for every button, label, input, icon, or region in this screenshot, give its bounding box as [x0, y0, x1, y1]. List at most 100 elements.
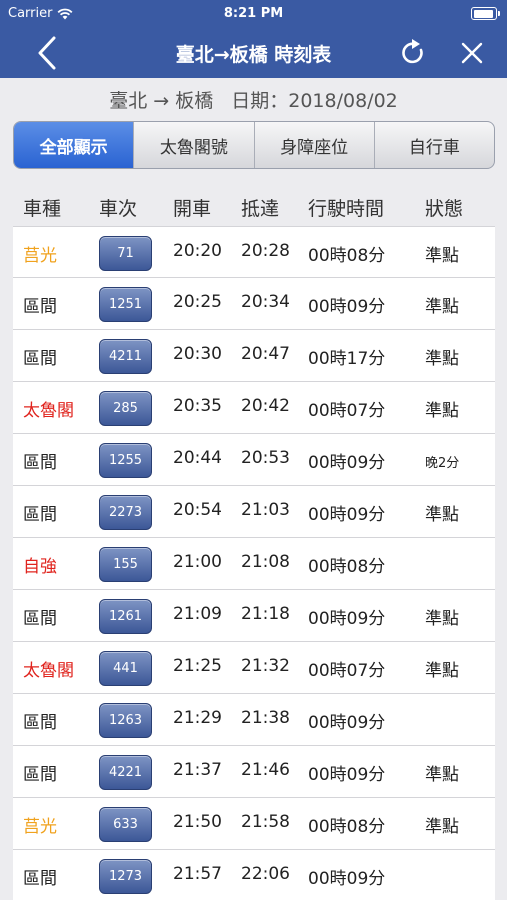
depart-time: 20:35: [173, 396, 222, 416]
arrive-time: 20:47: [241, 344, 290, 364]
col-header-number: 車次: [99, 198, 138, 220]
depart-time: 20:54: [173, 500, 222, 520]
train-type: 區間: [23, 869, 57, 889]
travel-duration: 00時07分: [308, 661, 386, 681]
train-number-badge[interactable]: 1263: [99, 703, 152, 738]
train-status: 準點: [425, 817, 459, 837]
travel-duration: 00時09分: [308, 297, 386, 317]
train-type: 太魯閣: [23, 401, 74, 421]
train-row[interactable]: 太魯閣 285 20:35 20:42 00時07分 準點: [13, 382, 495, 434]
depart-time: 21:50: [173, 812, 222, 832]
depart-time: 21:00: [173, 552, 222, 572]
arrive-time: 22:06: [241, 864, 290, 884]
train-row[interactable]: 區間 1255 20:44 20:53 00時09分 晚2分: [13, 434, 495, 486]
col-header-arrive: 抵達: [241, 198, 280, 220]
train-status: 準點: [425, 505, 459, 525]
train-status: 準點: [425, 246, 459, 266]
train-number-badge[interactable]: 1255: [99, 443, 152, 478]
depart-time: 20:20: [173, 241, 222, 261]
col-header-type: 車種: [23, 198, 62, 220]
table-header: 車種 車次 開車 抵達 行駛時間 狀態: [0, 190, 507, 222]
train-number-badge[interactable]: 4221: [99, 755, 152, 790]
train-number-badge[interactable]: 4211: [99, 339, 152, 374]
train-type: 區間: [23, 505, 57, 525]
train-row[interactable]: 莒光 633 21:50 21:58 00時08分 準點: [13, 798, 495, 850]
train-number-badge[interactable]: 633: [99, 807, 152, 842]
arrive-time: 21:08: [241, 552, 290, 572]
page-title: 臺北→板橋 時刻表: [175, 44, 332, 66]
train-status: 準點: [425, 349, 459, 369]
train-number-badge[interactable]: 2273: [99, 495, 152, 530]
train-type: 自強: [23, 557, 57, 577]
depart-time: 20:30: [173, 344, 222, 364]
arrive-time: 21:38: [241, 708, 290, 728]
train-status: 準點: [425, 765, 459, 785]
train-row[interactable]: 區間 1273 21:57 22:06 00時09分: [13, 850, 495, 900]
train-type: 太魯閣: [23, 661, 74, 681]
train-row[interactable]: 區間 2273 20:54 21:03 00時09分 準點: [13, 486, 495, 538]
arrive-time: 21:03: [241, 500, 290, 520]
filter-segmented-control: 全部顯示 太魯閣號 身障座位 自行車: [13, 121, 495, 169]
train-type: 區間: [23, 349, 57, 369]
depart-time: 21:57: [173, 864, 222, 884]
segment-taroko[interactable]: 太魯閣號: [134, 122, 255, 168]
arrive-time: 21:46: [241, 760, 290, 780]
arrive-time: 20:28: [241, 241, 290, 261]
train-number-badge[interactable]: 1273: [99, 859, 152, 894]
travel-duration: 00時09分: [308, 869, 386, 889]
train-type: 莒光: [23, 246, 57, 266]
travel-duration: 00時07分: [308, 401, 386, 421]
train-number-badge[interactable]: 155: [99, 547, 152, 582]
train-row[interactable]: 莒光 71 20:20 20:28 00時08分 準點: [13, 226, 495, 278]
travel-duration: 00時17分: [308, 349, 386, 369]
train-number-badge[interactable]: 71: [99, 236, 152, 271]
train-row[interactable]: 區間 1251 20:25 20:34 00時09分 準點: [13, 278, 495, 330]
depart-time: 21:09: [173, 604, 222, 624]
train-row[interactable]: 區間 1261 21:09 21:18 00時09分 準點: [13, 590, 495, 642]
arrive-time: 21:18: [241, 604, 290, 624]
col-header-duration: 行駛時間: [308, 198, 385, 220]
train-row[interactable]: 太魯閣 441 21:25 21:32 00時07分 準點: [13, 642, 495, 694]
train-row[interactable]: 自強 155 21:00 21:08 00時08分: [13, 538, 495, 590]
train-number-badge[interactable]: 1261: [99, 599, 152, 634]
train-list: 莒光 71 20:20 20:28 00時08分 準點 區間 1251 20:25 20:34 00…: [13, 226, 495, 900]
depart-time: 21:29: [173, 708, 222, 728]
segment-accessible-seats[interactable]: 身障座位: [255, 122, 375, 168]
arrive-time: 21:32: [241, 656, 290, 676]
route-date-header: 臺北 → 板橋 日期：2018/08/02: [0, 86, 507, 113]
train-row[interactable]: 區間 4211 20:30 20:47 00時17分 準點: [13, 330, 495, 382]
depart-time: 21:37: [173, 760, 222, 780]
travel-duration: 00時09分: [308, 609, 386, 629]
train-type: 區間: [23, 765, 57, 785]
arrive-time: 21:58: [241, 812, 290, 832]
train-number-badge[interactable]: 441: [99, 651, 152, 686]
train-number-badge[interactable]: 1251: [99, 287, 152, 322]
route-label: 臺北 → 板橋: [109, 90, 214, 112]
train-type: 莒光: [23, 817, 57, 837]
train-status: 準點: [425, 609, 459, 629]
train-type: 區間: [23, 453, 57, 473]
travel-duration: 00時09分: [308, 713, 386, 733]
date-label: 日期：2018/08/02: [231, 90, 398, 112]
segment-bicycle[interactable]: 自行車: [375, 122, 494, 168]
refresh-icon[interactable]: [398, 38, 430, 68]
depart-time: 20:44: [173, 448, 222, 468]
depart-time: 21:25: [173, 656, 222, 676]
travel-duration: 00時09分: [308, 453, 386, 473]
close-icon[interactable]: [457, 38, 487, 68]
col-header-status: 狀態: [425, 198, 464, 220]
train-row[interactable]: 區間 1263 21:29 21:38 00時09分: [13, 694, 495, 746]
status-bar: Carrier 8:21 PM: [0, 0, 507, 28]
travel-duration: 00時08分: [308, 817, 386, 837]
travel-duration: 00時09分: [308, 505, 386, 525]
travel-duration: 00時08分: [308, 557, 386, 577]
battery-icon: [471, 7, 500, 20]
segment-show-all[interactable]: 全部顯示: [14, 122, 135, 168]
train-number-badge[interactable]: 285: [99, 391, 152, 426]
train-status: 準點: [425, 401, 459, 421]
train-type: 區間: [23, 609, 57, 629]
col-header-depart: 開車: [173, 198, 212, 220]
depart-time: 20:25: [173, 292, 222, 312]
train-status: 準點: [425, 661, 459, 681]
train-row[interactable]: 區間 4221 21:37 21:46 00時09分 準點: [13, 746, 495, 798]
